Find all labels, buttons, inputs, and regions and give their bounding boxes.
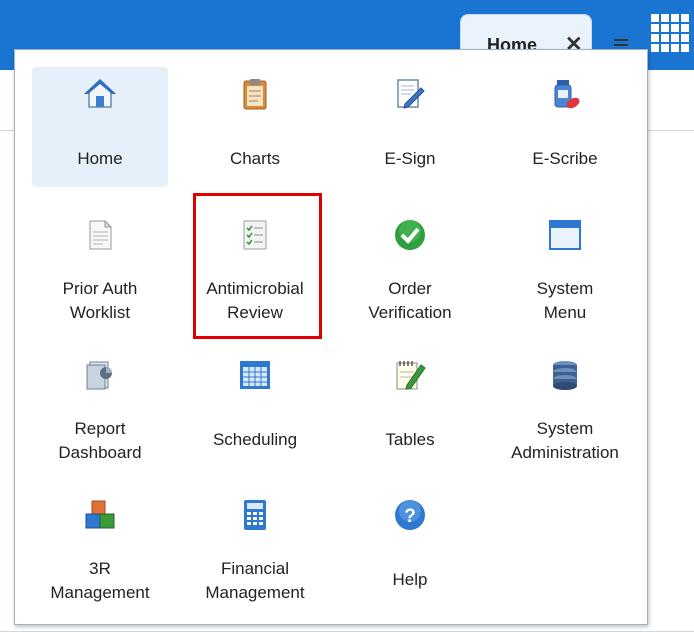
menu-item-system-administration[interactable]: System Administration <box>497 348 633 468</box>
report-dashboard-icon <box>86 361 112 390</box>
menu-item-e-sign[interactable]: E-Sign <box>342 67 478 187</box>
menu-item-label: Financial Management <box>205 559 305 602</box>
menu-item-order-verification[interactable]: Order Verification <box>342 208 478 328</box>
menu-item-help[interactable]: ? Help <box>342 488 478 608</box>
document-icon <box>89 219 113 250</box>
divider <box>0 631 694 632</box>
menu-item-label: Tables <box>385 430 435 449</box>
help-icon: ? <box>395 500 425 530</box>
notepad-pencil-icon <box>396 361 426 390</box>
menu-item-label: Prior Auth Worklist <box>62 279 138 322</box>
app-grid-icon[interactable] <box>651 14 691 54</box>
window-icon <box>549 220 581 250</box>
menu-item-label: Home <box>77 149 123 168</box>
menu-item-label: E-Scribe <box>532 149 598 168</box>
highlight-box <box>193 193 322 339</box>
menu-item-label: Order Verification <box>368 279 452 322</box>
menu-item-3r-management[interactable]: 3R Management <box>32 488 168 608</box>
menu-item-label: System Administration <box>511 419 619 462</box>
app-launcher-menu: Home Charts E-Sign E-Scribe Prior Auth W… <box>14 49 648 625</box>
menu-item-label: 3R Management <box>50 559 150 602</box>
server-stack-icon <box>553 361 577 390</box>
menu-item-prior-auth-worklist[interactable]: Prior Auth Worklist <box>32 208 168 328</box>
medical-bottle-icon <box>554 80 580 109</box>
menu-item-label: Help <box>392 570 428 589</box>
menu-item-e-scribe[interactable]: E-Scribe <box>497 67 633 187</box>
menu-item-scheduling[interactable]: Scheduling <box>187 348 323 468</box>
blocks-icon <box>85 500 115 529</box>
menu-item-financial-management[interactable]: Financial Management <box>187 488 323 608</box>
calendar-grid-icon <box>240 361 270 389</box>
checkmark-circle-icon <box>395 220 425 250</box>
menu-item-label: Scheduling <box>212 430 298 449</box>
menu-item-label: Report Dashboard <box>58 419 142 462</box>
menu-item-tables[interactable]: Tables <box>342 348 478 468</box>
menu-item-label: E-Sign <box>384 149 436 168</box>
menu-item-charts[interactable]: Charts <box>187 67 323 187</box>
clipboard-icon <box>243 79 267 110</box>
menu-item-home[interactable]: Home <box>32 67 168 187</box>
menu-item-label: System Menu <box>536 279 594 322</box>
menu-item-report-dashboard[interactable]: Report Dashboard <box>32 348 168 468</box>
svg-text:?: ? <box>404 506 416 527</box>
calculator-icon <box>244 500 266 530</box>
menu-item-label: Charts <box>229 149 281 168</box>
pencil-document-icon <box>397 79 425 109</box>
hamburger-menu-icon[interactable] <box>614 39 628 49</box>
menu-item-system-menu[interactable]: System Menu <box>497 208 633 328</box>
home-icon <box>83 79 117 108</box>
